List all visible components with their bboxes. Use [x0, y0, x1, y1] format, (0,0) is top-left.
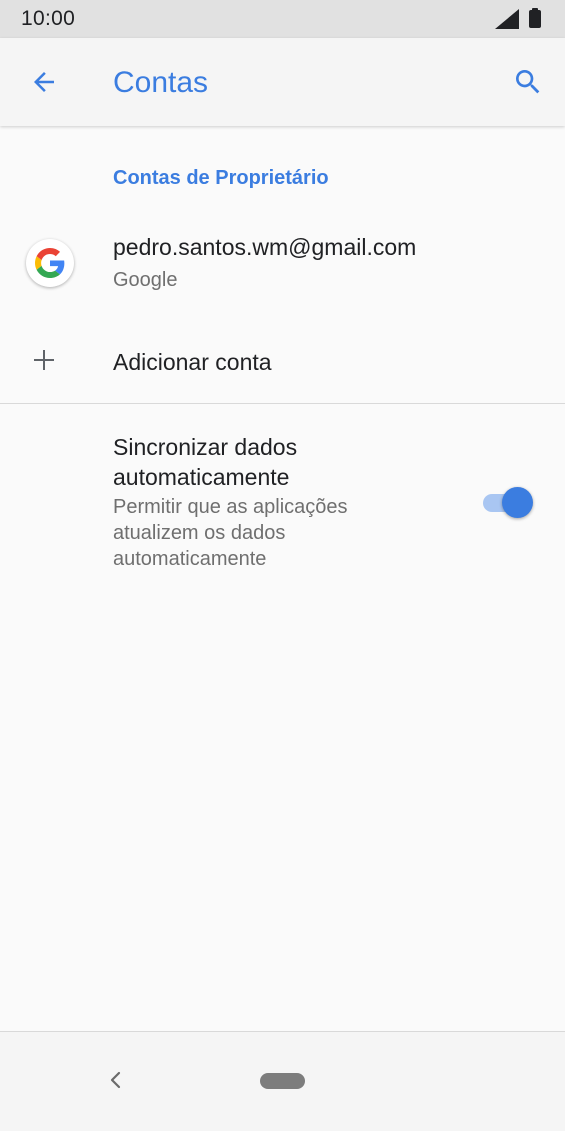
- auto-sync-setting[interactable]: Sincronizar dados automaticamente Permit…: [0, 420, 565, 590]
- auto-sync-summary: Permitir que as aplicações atualizem os …: [113, 496, 348, 570]
- auto-sync-toggle[interactable]: [483, 486, 535, 518]
- battery-icon: [529, 8, 541, 28]
- search-button[interactable]: [508, 62, 548, 102]
- status-time: 10:00: [21, 7, 76, 30]
- account-provider: Google: [113, 269, 178, 291]
- nav-home-button[interactable]: [260, 1073, 305, 1089]
- account-email: pedro.santos.wm@gmail.com: [113, 234, 417, 260]
- section-header-owner-accounts: Contas de Proprietário: [113, 167, 329, 189]
- add-account-label: Adicionar conta: [113, 349, 272, 375]
- toggle-thumb: [502, 487, 533, 518]
- status-bar: 10:00: [0, 0, 565, 38]
- account-item-google[interactable]: pedro.santos.wm@gmail.com Google: [0, 222, 565, 308]
- plus-icon: [32, 348, 56, 377]
- signal-icon: [495, 9, 519, 34]
- add-account-button[interactable]: Adicionar conta: [0, 330, 565, 396]
- arrow-back-icon: [34, 72, 54, 92]
- app-bar: Contas: [0, 38, 565, 126]
- nav-back-icon: [110, 1071, 121, 1089]
- nav-back-button[interactable]: [104, 1068, 128, 1092]
- auto-sync-title: Sincronizar dados automaticamente: [113, 434, 298, 490]
- google-logo-icon: [26, 239, 74, 287]
- search-icon: [516, 70, 540, 94]
- divider: [0, 403, 565, 404]
- navigation-bar: [0, 1031, 565, 1131]
- back-button[interactable]: [24, 62, 64, 102]
- page-title: Contas: [113, 66, 209, 99]
